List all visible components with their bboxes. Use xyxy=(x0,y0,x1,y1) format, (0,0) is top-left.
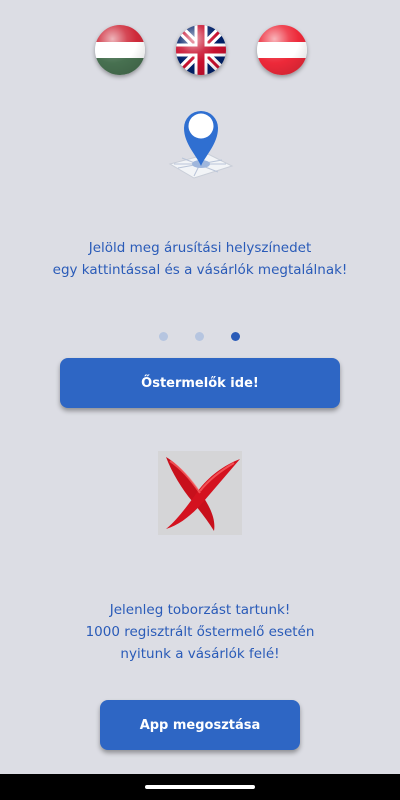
austria-flag-icon[interactable] xyxy=(257,25,307,75)
share-app-button[interactable]: App megosztása xyxy=(100,700,300,750)
page-dot-1[interactable] xyxy=(159,332,168,341)
page-dot-2[interactable] xyxy=(195,332,204,341)
page-indicator xyxy=(0,332,400,342)
home-indicator[interactable] xyxy=(145,785,255,789)
info-line-1: Jelöld meg árusítási helyszínedet xyxy=(88,240,312,256)
recruit-text: Jelenleg toborzást tartunk! 1000 regiszt… xyxy=(0,599,400,665)
info-line-2: egy kattintással és a vásárlók megtaláln… xyxy=(52,262,348,278)
recruit-line-1: Jelenleg toborzást tartunk! xyxy=(109,602,291,618)
map-pin-icon xyxy=(164,98,236,184)
recruit-line-3: nyitunk a vásárlók felé! xyxy=(120,646,280,662)
page-dot-3-active[interactable] xyxy=(231,332,240,341)
hungary-flag-icon[interactable] xyxy=(95,25,145,75)
uk-flag-icon[interactable] xyxy=(176,25,226,75)
producers-button[interactable]: Őstermelők ide! xyxy=(60,358,340,408)
navigation-bar xyxy=(0,774,400,800)
red-x-icon xyxy=(158,451,242,535)
recruit-line-2: 1000 regisztrált őstermelő esetén xyxy=(85,624,315,640)
info-text: Jelöld meg árusítási helyszínedet egy ka… xyxy=(0,237,400,281)
